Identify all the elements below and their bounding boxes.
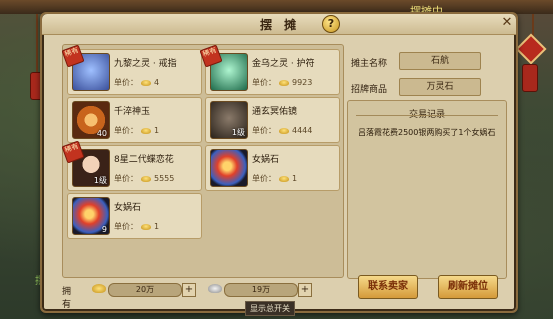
item-price: 单价： 4444: [252, 125, 312, 136]
sign-value: 万灵石: [399, 78, 481, 96]
item-price: 单价： 1: [114, 125, 159, 136]
close-button[interactable]: ✕: [500, 16, 514, 30]
item-name: 千淬神玉: [114, 107, 151, 117]
stall-item[interactable]: 稀有 金乌之灵 · 护符 单价： 9923: [199, 44, 340, 95]
refresh-stall-button[interactable]: 刷新摊位: [438, 275, 498, 299]
item-nuwa-stone-icon: 9: [72, 197, 110, 235]
own-label: 拥有: [62, 287, 72, 310]
item-count: 1级: [93, 176, 107, 185]
gold-ingot-icon: [279, 127, 289, 134]
title-bar: 摆 摊 ? ✕: [42, 14, 516, 35]
item-jade-icon: 40: [72, 101, 110, 139]
gold-ingot-icon: [279, 79, 289, 86]
price-value: 1: [154, 126, 160, 135]
toggle-tooltip[interactable]: 显示总开关: [245, 301, 295, 316]
item-count: 9: [101, 225, 107, 234]
trade-log[interactable]: 交易记录 吕落霞花费2500银两购买了1个女娲石: [347, 100, 507, 279]
item-price: 单价： 9923: [252, 77, 312, 88]
gold-ingot-icon: [141, 223, 151, 230]
stall-item[interactable]: 女娲石 单价： 1: [205, 145, 340, 191]
add-silver-button[interactable]: +: [298, 283, 312, 297]
gold-ingot-icon: [141, 175, 151, 182]
price-label: 单价：: [114, 174, 138, 183]
gold-amount: 20万: [108, 283, 182, 297]
gold-ingot-icon: [279, 175, 289, 182]
item-nuwa-stone-icon: [210, 149, 248, 187]
stall-item[interactable]: 1级 稀有 8星二代蝶恋花 单价： 5555: [61, 140, 202, 191]
stall-item[interactable]: 稀有 九黎之灵 · 戒指 单价： 4: [61, 44, 202, 95]
stall-item[interactable]: 40 千淬神玉 单价： 1: [67, 97, 202, 143]
owner-label: 摊主名称: [351, 59, 388, 69]
item-price: 单价： 5555: [114, 173, 174, 184]
sign-label: 招牌商品: [351, 85, 388, 95]
owner-value: 石航: [399, 52, 481, 70]
price-value: 1: [154, 222, 160, 231]
log-divider: [356, 115, 498, 116]
help-button[interactable]: ?: [322, 15, 340, 33]
item-count: 40: [96, 129, 107, 138]
price-label: 单价：: [252, 78, 276, 87]
item-price: 单价： 4: [114, 77, 159, 88]
item-price: 单价： 1: [114, 221, 159, 232]
right-lantern: [522, 64, 538, 92]
item-name: 女娲石: [252, 155, 280, 165]
silver-ingot-icon: [208, 284, 222, 293]
left-rope: [36, 14, 38, 74]
items-grid: 稀有 九黎之灵 · 戒指 单价： 4 稀有 金乌之灵 · 护符 单价： 9923 4…: [61, 44, 344, 278]
price-value: 9923: [292, 78, 313, 87]
stall-item[interactable]: 9 女娲石 单价： 1: [67, 193, 202, 239]
price-label: 单价：: [114, 126, 138, 135]
price-value: 1: [292, 174, 298, 183]
price-label: 单价：: [114, 222, 138, 231]
item-price: 单价： 1: [252, 173, 297, 184]
item-count: 1级: [231, 128, 245, 137]
gold-ingot-icon: [141, 79, 151, 86]
stall-panel: 摆 摊 ? ✕ 稀有 九黎之灵 · 戒指 单价： 4 稀有 金乌之灵 · 护符 单…: [40, 12, 518, 313]
add-gold-button[interactable]: +: [182, 283, 196, 297]
item-name: 九黎之灵 · 戒指: [114, 59, 177, 69]
item-name: 8星二代蝶恋花: [114, 155, 174, 165]
item-name: 金乌之灵 · 护符: [252, 59, 315, 69]
price-label: 单价：: [252, 174, 276, 183]
price-label: 单价：: [114, 78, 138, 87]
price-label: 单价：: [252, 126, 276, 135]
stall-item[interactable]: 1级 通玄冥佑镜 单价： 4444: [205, 97, 340, 143]
item-mirror-icon: 1级: [210, 101, 248, 139]
gold-ingot-icon: [141, 127, 151, 134]
item-name: 通玄冥佑镜: [252, 107, 298, 117]
gold-ingot-icon: [92, 284, 106, 293]
item-name: 女娲石: [114, 203, 142, 213]
silver-amount: 19万: [224, 283, 298, 297]
price-value: 4: [154, 78, 160, 87]
price-value: 4444: [292, 126, 313, 135]
price-value: 5555: [154, 174, 175, 183]
contact-seller-button[interactable]: 联系卖家: [358, 275, 418, 299]
panel-title: 摆 摊: [260, 18, 301, 32]
log-entry: 吕落霞花费2500银两购买了1个女娲石: [358, 128, 496, 137]
log-title: 交易记录: [408, 110, 445, 120]
